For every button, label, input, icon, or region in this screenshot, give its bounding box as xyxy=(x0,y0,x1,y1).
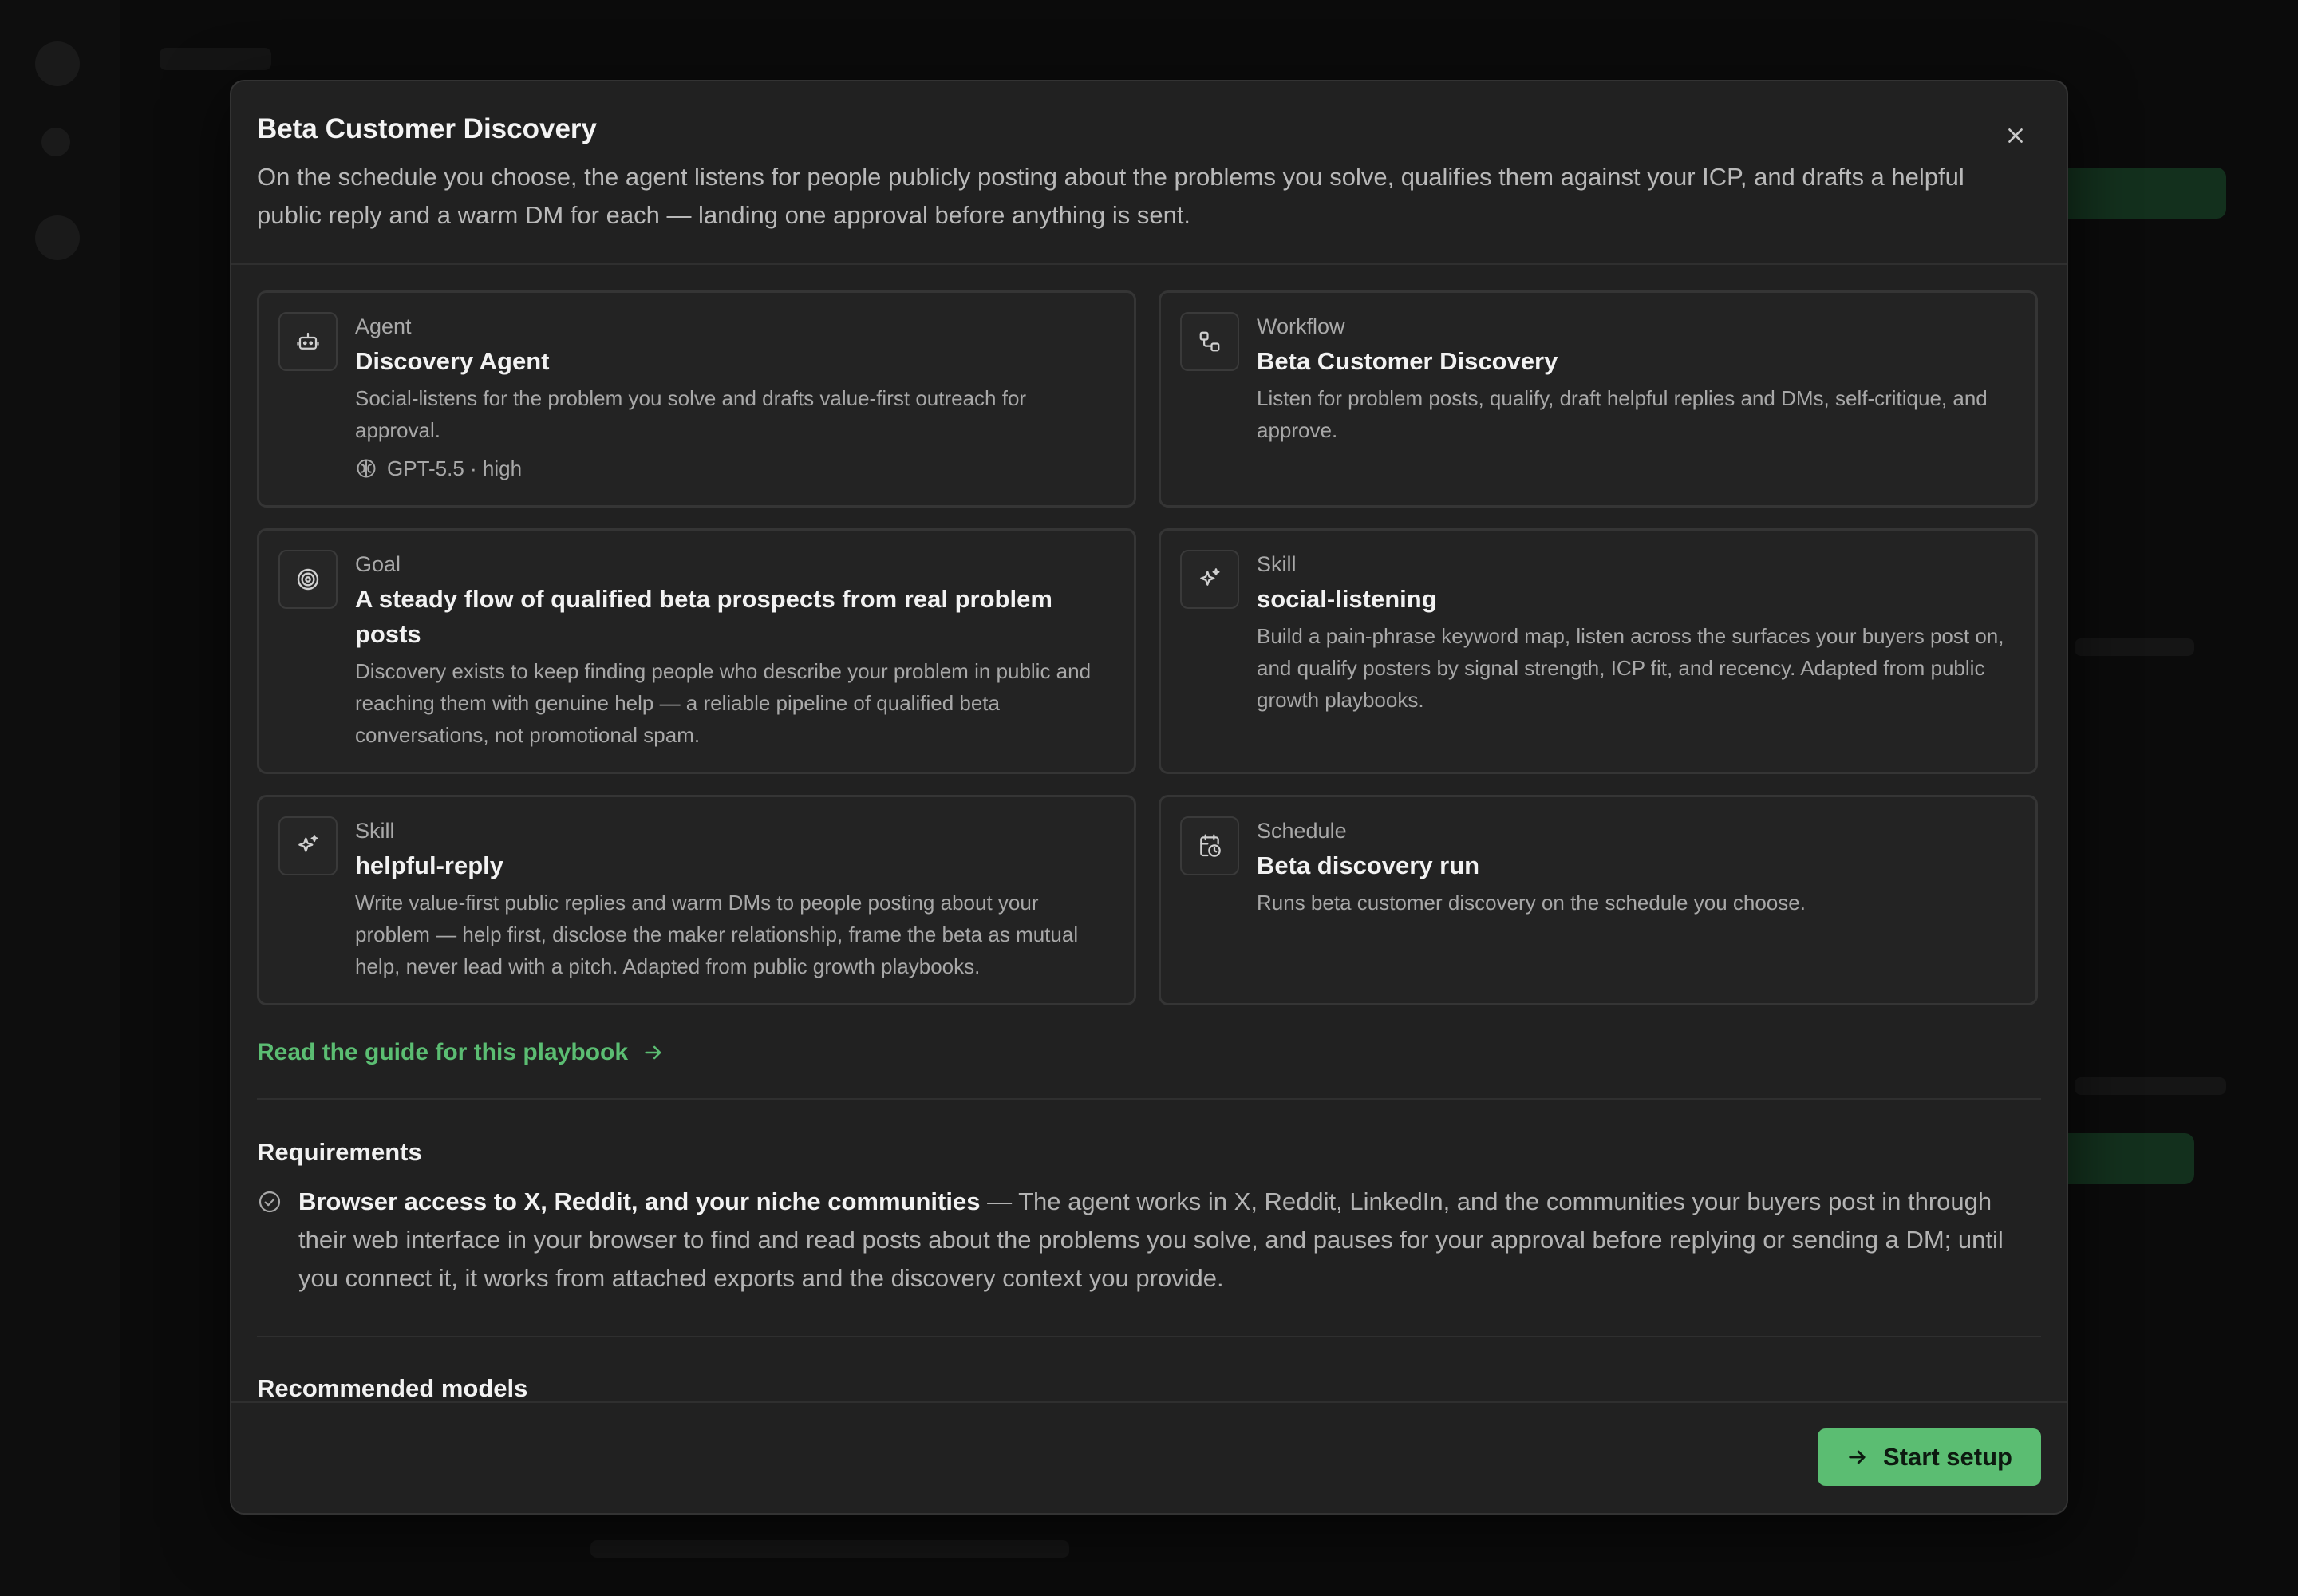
playbook-components-grid: Agent Discovery Agent Social-listens for… xyxy=(257,290,2041,1005)
card-icon-box xyxy=(1180,312,1239,371)
read-guide-link[interactable]: Read the guide for this playbook xyxy=(257,1039,2041,1066)
card-icon-box xyxy=(1180,816,1239,875)
workflow-card[interactable]: Workflow Beta Customer Discovery Listen … xyxy=(1159,290,2038,508)
backdrop-nav-dot xyxy=(35,215,80,260)
goal-card[interactable]: Goal A steady flow of qualified beta pro… xyxy=(257,528,1136,774)
card-description: Build a pain-phrase keyword map, listen … xyxy=(1257,624,2004,712)
requirement-item: Browser access to X, Reddit, and your ni… xyxy=(257,1183,2041,1298)
close-button[interactable] xyxy=(1996,117,2035,155)
card-name: Beta discovery run xyxy=(1257,851,1480,879)
backdrop-row xyxy=(590,1540,1069,1558)
modal-header: Beta Customer Discovery On the schedule … xyxy=(231,81,2067,265)
backdrop-row xyxy=(2075,638,2194,656)
sparkle-icon xyxy=(1200,568,1220,586)
start-setup-button[interactable]: Start setup xyxy=(1818,1428,2041,1486)
card-name: Beta Customer Discovery xyxy=(1257,347,1558,375)
brain-icon xyxy=(357,459,376,478)
skill-card-social-listening[interactable]: Skill social-listening Build a pain-phra… xyxy=(1159,528,2038,774)
modal-footer: Start setup xyxy=(231,1401,2067,1513)
card-kind: Skill xyxy=(355,819,395,843)
card-kind: Goal xyxy=(355,552,401,576)
section-divider xyxy=(257,1098,2041,1100)
start-setup-label: Start setup xyxy=(1883,1443,2012,1471)
close-icon xyxy=(2008,128,2023,143)
requirement-text: Browser access to X, Reddit, and your ni… xyxy=(298,1183,2041,1298)
card-description: Listen for problem posts, qualify, draft… xyxy=(1257,386,1988,442)
backdrop-row xyxy=(2075,1077,2226,1095)
modal-body: Agent Discovery Agent Social-listens for… xyxy=(231,265,2067,1406)
skill-card-helpful-reply[interactable]: Skill helpful-reply Write value-first pu… xyxy=(257,795,1136,1005)
card-icon-box xyxy=(278,550,338,609)
target-icon xyxy=(297,568,319,591)
modal-title: Beta Customer Discovery xyxy=(257,113,597,144)
playbook-modal: Beta Customer Discovery On the schedule … xyxy=(230,80,2068,1515)
card-kind: Workflow xyxy=(1257,314,1345,338)
model-badge: GPT-5.5 · high xyxy=(355,452,1111,484)
model-label: GPT-5.5 · high xyxy=(387,456,523,480)
backdrop-logo xyxy=(35,41,80,86)
card-name: helpful-reply xyxy=(355,851,504,879)
arrow-right-icon xyxy=(645,1045,661,1060)
card-description: Runs beta customer discovery on the sche… xyxy=(1257,891,1806,915)
agent-card[interactable]: Agent Discovery Agent Social-listens for… xyxy=(257,290,1136,508)
card-kind: Agent xyxy=(355,314,412,338)
arrow-right-icon xyxy=(1849,1450,1866,1464)
backdrop-header-bar xyxy=(160,48,271,70)
robot-icon xyxy=(297,332,319,350)
schedule-card[interactable]: Schedule Beta discovery run Runs beta cu… xyxy=(1159,795,2038,1005)
card-icon-box xyxy=(278,816,338,875)
card-icon-box xyxy=(1180,550,1239,609)
card-kind: Skill xyxy=(1257,552,1297,576)
read-guide-label: Read the guide for this playbook xyxy=(257,1039,629,1065)
backdrop-nav-dot xyxy=(41,128,70,156)
card-name: A steady flow of qualified beta prospect… xyxy=(355,585,1052,648)
check-circle-icon xyxy=(257,1189,282,1298)
card-name: Discovery Agent xyxy=(355,347,550,375)
requirements-title: Requirements xyxy=(257,1138,422,1166)
card-name: social-listening xyxy=(1257,585,1437,613)
sparkle-icon xyxy=(298,835,318,852)
card-description: Social-listens for the problem you solve… xyxy=(355,386,1027,442)
card-kind: Schedule xyxy=(1257,819,1347,843)
workflow-icon xyxy=(1199,331,1220,352)
modal-description: On the schedule you choose, the agent li… xyxy=(257,163,1964,229)
calendar-clock-icon xyxy=(1200,834,1221,857)
backdrop-primary-button xyxy=(2043,168,2226,219)
card-description: Discovery exists to keep finding people … xyxy=(355,659,1092,747)
section-divider xyxy=(257,1336,2041,1337)
requirement-name: Browser access to X, Reddit, and your ni… xyxy=(298,1187,981,1215)
card-description: Write value-first public replies and war… xyxy=(355,891,1079,978)
card-icon-box xyxy=(278,312,338,371)
